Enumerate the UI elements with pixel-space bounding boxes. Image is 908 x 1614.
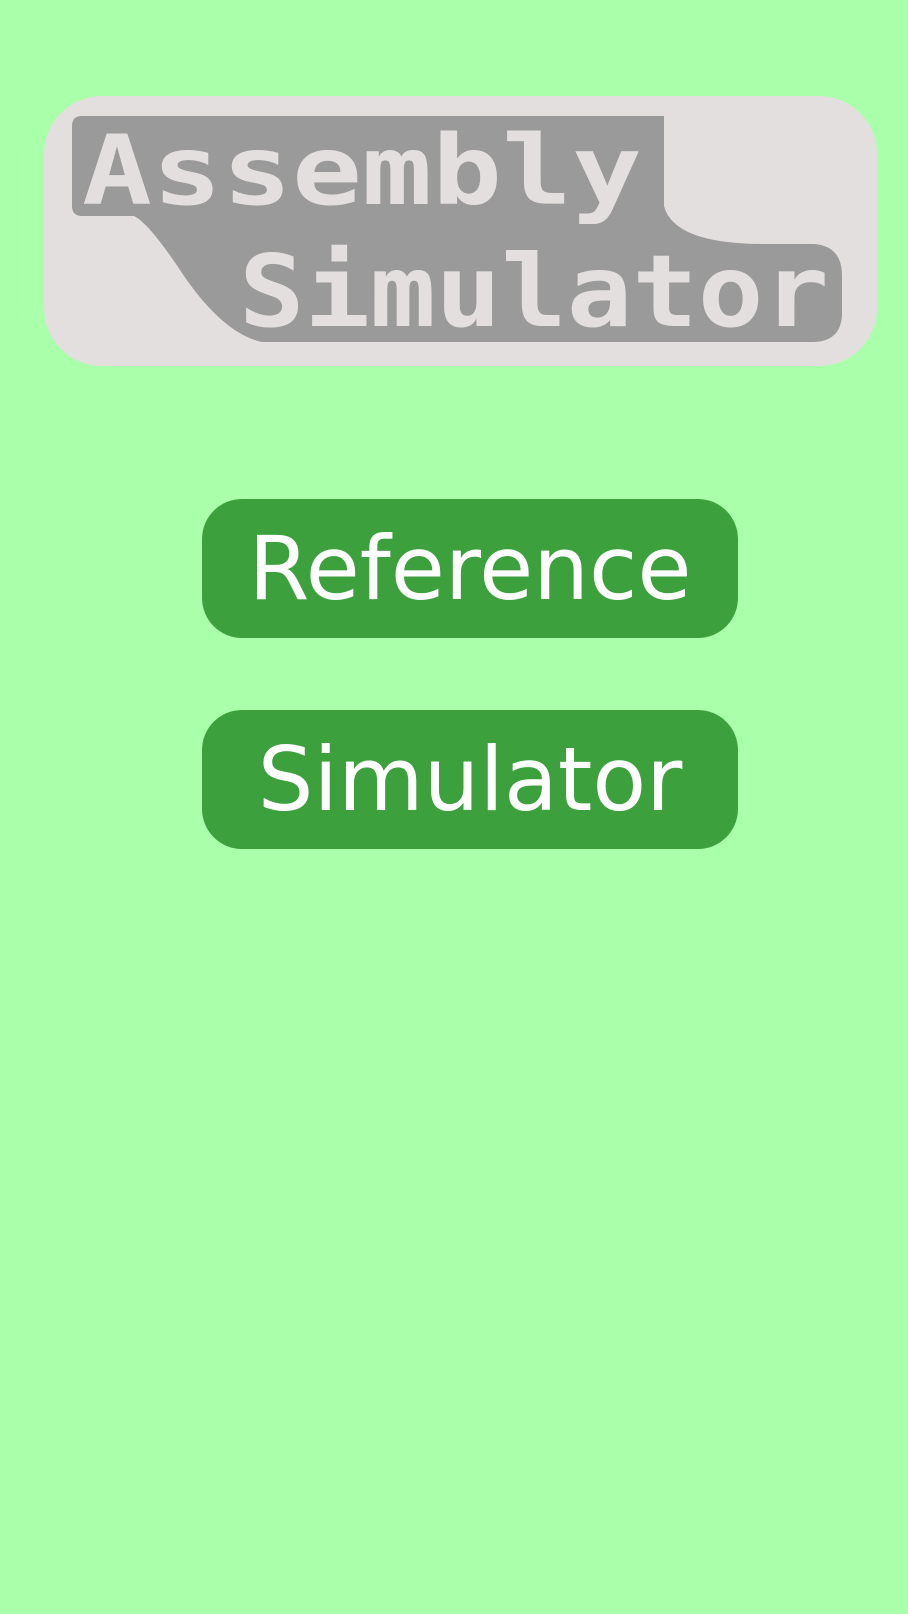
simulator-button-label: Simulator [257,727,683,831]
home-screen: Assembly Simulator Reference Simulator [0,0,908,1614]
app-logo: Assembly Simulator [44,96,877,366]
logo-line-simulator: Simulator [239,233,829,350]
reference-button-label: Reference [248,516,692,620]
simulator-button[interactable]: Simulator [202,710,738,849]
logo-graphic: Assembly Simulator [72,110,842,355]
logo-line-assembly: Assembly [82,115,642,227]
reference-button[interactable]: Reference [202,499,738,638]
